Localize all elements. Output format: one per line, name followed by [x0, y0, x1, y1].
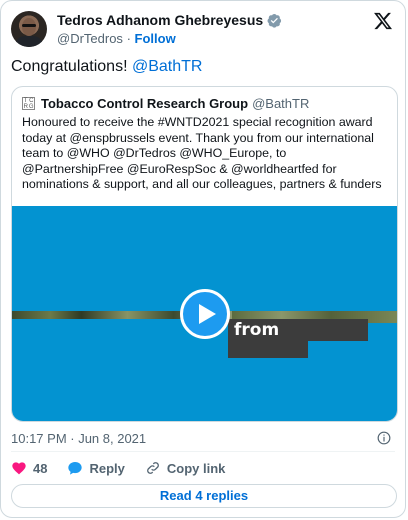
quoted-avatar-logo: TC RG [22, 97, 35, 110]
heart-icon [12, 462, 26, 475]
author-name-row: Tedros Adhanom Ghebreyesus [57, 12, 282, 28]
tweet-text-body: Congratulations! [11, 58, 128, 75]
copy-link-button[interactable]: Copy link [145, 460, 226, 476]
tweet-mention-link[interactable]: @BathTR [132, 58, 202, 75]
reply-button[interactable]: Reply [67, 460, 125, 476]
separator-dot: · [126, 31, 131, 46]
quoted-author-name: Tobacco Control Research Group [41, 96, 249, 111]
copy-link-label: Copy link [166, 460, 226, 476]
tweet-timestamp[interactable]: 10:17 PM · Jun 8, 2021 [11, 431, 146, 446]
tweet-card: Tedros Adhanom Ghebreyesus @DrTedros · F… [0, 0, 406, 518]
author-handle[interactable]: @DrTedros [57, 31, 123, 46]
verified-badge-icon [267, 13, 282, 28]
quoted-author-handle: @BathTR [252, 96, 310, 111]
quoted-header: TC RG Tobacco Control Research Group @Ba… [22, 96, 309, 111]
play-button[interactable] [180, 289, 230, 339]
quoted-video[interactable]: from [12, 206, 397, 421]
tweet-text: Congratulations! @BathTR [11, 58, 202, 76]
link-icon [146, 462, 159, 474]
follow-button[interactable]: Follow [135, 31, 176, 46]
tweet-actions: 48 Reply Copy link [11, 460, 245, 476]
author-handle-row: @DrTedros · Follow [57, 31, 176, 46]
author-avatar[interactable] [11, 11, 47, 47]
tweet-header: Tedros Adhanom Ghebreyesus @DrTedros · F… [11, 11, 395, 51]
info-icon[interactable] [377, 431, 391, 445]
reply-label: Reply [89, 460, 125, 476]
quoted-tweet[interactable]: TC RG Tobacco Control Research Group @Ba… [11, 86, 398, 422]
video-caption: from [234, 320, 280, 340]
like-count: 48 [33, 460, 48, 476]
reply-bubble-icon [68, 462, 83, 475]
divider [11, 451, 395, 452]
read-replies-button[interactable]: Read 4 replies [11, 484, 397, 508]
video-caption-box-lower [228, 341, 308, 358]
play-icon [199, 304, 216, 324]
author-name[interactable]: Tedros Adhanom Ghebreyesus [57, 12, 263, 28]
quoted-text: Honoured to receive the #WNTD2021 specia… [22, 115, 382, 191]
x-logo-icon[interactable] [373, 11, 393, 31]
like-button[interactable]: 48 [11, 460, 47, 476]
